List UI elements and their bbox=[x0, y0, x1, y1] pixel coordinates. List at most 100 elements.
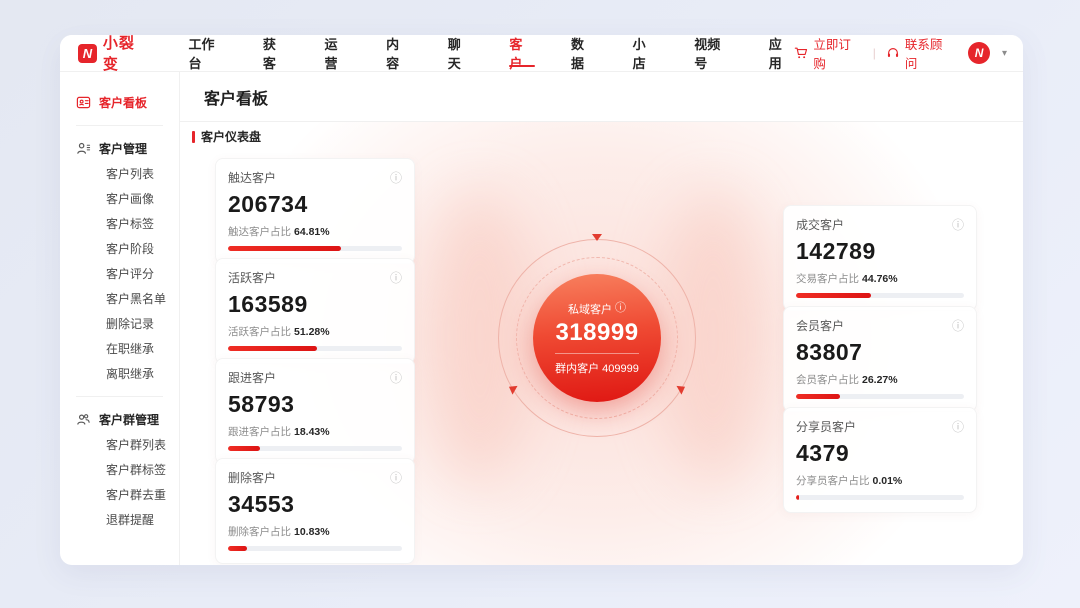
stat-card-value: 58793 bbox=[228, 391, 295, 417]
order-now-link[interactable]: 立即订购 bbox=[794, 35, 862, 72]
sidebar-item-label: 客户标签 bbox=[106, 217, 155, 231]
page-header: 客户看板 bbox=[180, 72, 1023, 122]
info-icon[interactable]: ⓘ bbox=[390, 172, 402, 184]
stat-card-title: 触达客户 bbox=[228, 171, 277, 185]
info-icon[interactable]: ⓘ bbox=[952, 421, 964, 433]
nav-item-acquisition[interactable]: 获客 bbox=[263, 35, 289, 71]
sidebar-divider bbox=[76, 125, 163, 126]
stat-card-value: 83807 bbox=[796, 339, 863, 365]
stat-card-deal: 成交客户 ⓘ 142789 交易客户占比 44.76% bbox=[783, 205, 977, 311]
sidebar-item-label: 客户看板 bbox=[99, 96, 148, 110]
sidebar-item-label: 在职继承 bbox=[106, 342, 155, 356]
nav-item-content[interactable]: 内容 bbox=[386, 35, 412, 71]
sidebar-item-customer-list[interactable]: 客户列表 bbox=[76, 161, 179, 186]
stat-card-active: 活跃客户 ⓘ 163589 活跃客户占比 51.28% bbox=[215, 258, 415, 364]
user-avatar[interactable]: N bbox=[968, 42, 990, 64]
nav-item-video[interactable]: 视频号 bbox=[694, 35, 732, 71]
nav-item-workbench[interactable]: 工作台 bbox=[189, 35, 227, 71]
sidebar-item-customer-stage[interactable]: 客户阶段 bbox=[76, 236, 179, 261]
progress-bar bbox=[228, 346, 402, 351]
gauge-core: 私域客户 ⓘ 318999 群内客户 409999 bbox=[533, 274, 661, 402]
info-icon[interactable]: ⓘ bbox=[390, 372, 402, 384]
group-management-icon bbox=[76, 412, 91, 427]
info-icon[interactable]: ⓘ bbox=[615, 303, 626, 314]
stat-card-value: 163589 bbox=[228, 291, 308, 317]
info-icon[interactable]: ⓘ bbox=[952, 320, 964, 332]
logo-text: 小裂变 bbox=[102, 35, 135, 73]
sidebar-item-group-dedupe[interactable]: 客户群去重 bbox=[76, 482, 179, 507]
stat-card-ratio: 跟进客户占比 18.43% bbox=[228, 426, 330, 438]
app-window: N 小裂变 工作台 获客 运营 内容 聊天 客户 数据 小店 视频号 应用 立即… bbox=[60, 35, 1023, 565]
contact-advisor-label: 联系顾问 bbox=[904, 38, 943, 71]
sidebar-item-customer-score[interactable]: 客户评分 bbox=[76, 261, 179, 286]
section-title: 客户仪表盘 bbox=[201, 130, 262, 144]
nav-item-operation[interactable]: 运营 bbox=[325, 35, 351, 71]
sidebar-item-customer-dashboard[interactable]: 客户看板 bbox=[76, 90, 179, 115]
sidebar-item-delete-records[interactable]: 删除记录 bbox=[76, 311, 179, 336]
sidebar-item-label: 离职继承 bbox=[106, 367, 155, 381]
stat-card-value: 206734 bbox=[228, 191, 308, 217]
stat-card-value: 142789 bbox=[796, 238, 876, 264]
sidebar-item-group-tags[interactable]: 客户群标签 bbox=[76, 457, 179, 482]
nav-item-data[interactable]: 数据 bbox=[571, 35, 597, 71]
app-logo[interactable]: N 小裂变 bbox=[78, 35, 151, 74]
stat-card-ratio: 活跃客户占比 51.28% bbox=[228, 326, 330, 338]
stat-card-reached: 触达客户 ⓘ 206734 触达客户占比 64.81% bbox=[215, 158, 415, 264]
info-icon[interactable]: ⓘ bbox=[952, 219, 964, 231]
sidebar-item-customer-blacklist[interactable]: 客户黑名单 bbox=[76, 286, 179, 311]
nav-actions: 立即订购 | 联系顾问 N ▾ bbox=[794, 35, 1007, 72]
sidebar-item-customer-portrait[interactable]: 客户画像 bbox=[76, 186, 179, 211]
stat-card-ratio: 分享员客户占比 0.01% bbox=[796, 475, 903, 487]
sidebar-section-title: 客户群管理 bbox=[99, 413, 160, 427]
page-title: 客户看板 bbox=[204, 90, 269, 108]
stat-card-title: 删除客户 bbox=[228, 471, 277, 485]
nav-item-customer[interactable]: 客户 bbox=[509, 35, 535, 71]
customer-dashboard-panel: 客户仪表盘 触达客户 ⓘ 206734 触达客户占比 64.81% 活跃客户 ⓘ 16… bbox=[180, 122, 1023, 565]
gauge-core-subvalue: 群内客户 409999 bbox=[555, 362, 639, 375]
sidebar-item-label: 客户群标签 bbox=[106, 463, 167, 477]
contact-advisor-link[interactable]: 联系顾问 bbox=[886, 35, 954, 72]
stat-card-member: 会员客户 ⓘ 83807 会员客户占比 26.27% bbox=[783, 306, 977, 412]
nav-item-apps[interactable]: 应用 bbox=[769, 35, 795, 71]
gauge-core-divider bbox=[555, 352, 639, 354]
gauge-core-value: 318999 bbox=[555, 318, 639, 346]
top-nav: N 小裂变 工作台 获客 运营 内容 聊天 客户 数据 小店 视频号 应用 立即… bbox=[60, 35, 1023, 74]
progress-bar bbox=[796, 293, 964, 298]
logo-icon: N bbox=[78, 43, 97, 63]
stat-card-ratio: 删除客户占比 10.83% bbox=[228, 526, 330, 538]
sidebar-section-title: 客户管理 bbox=[99, 142, 148, 156]
sidebar-item-group-list[interactable]: 客户群列表 bbox=[76, 432, 179, 457]
sidebar-item-label: 客户黑名单 bbox=[106, 292, 167, 306]
stat-card-followup: 跟进客户 ⓘ 58793 跟进客户占比 18.43% bbox=[215, 358, 415, 464]
chevron-down-icon[interactable]: ▾ bbox=[1002, 48, 1007, 59]
stat-card-title: 会员客户 bbox=[796, 319, 845, 333]
sidebar-divider bbox=[76, 396, 163, 397]
stat-card-value: 4379 bbox=[796, 440, 850, 466]
stat-card-sharer: 分享员客户 ⓘ 4379 分享员客户占比 0.01% bbox=[783, 407, 977, 513]
sidebar-item-label: 客户群列表 bbox=[106, 438, 167, 452]
sidebar-section-group-management[interactable]: 客户群管理 bbox=[76, 407, 179, 432]
progress-bar bbox=[796, 394, 964, 399]
sidebar-item-onjob-inherit[interactable]: 在职继承 bbox=[76, 336, 179, 361]
progress-bar bbox=[796, 495, 964, 500]
stat-card-title: 分享员客户 bbox=[796, 420, 857, 434]
info-icon[interactable]: ⓘ bbox=[390, 472, 402, 484]
gauge-core-label: 私域客户 ⓘ bbox=[568, 302, 626, 316]
sidebar-item-label: 客户列表 bbox=[106, 167, 155, 181]
nav-separator: | bbox=[872, 46, 876, 60]
sidebar-item-group-leave-alert[interactable]: 退群提醒 bbox=[76, 507, 179, 532]
order-now-label: 立即订购 bbox=[813, 38, 851, 71]
sidebar-item-customer-tags[interactable]: 客户标签 bbox=[76, 211, 179, 236]
cart-icon bbox=[794, 46, 808, 60]
sidebar-item-offjob-inherit[interactable]: 离职继承 bbox=[76, 361, 179, 386]
progress-bar bbox=[228, 246, 402, 251]
sidebar-item-label: 客户群去重 bbox=[106, 488, 167, 502]
stat-card-ratio: 交易客户占比 44.76% bbox=[796, 273, 898, 285]
sidebar-item-label: 客户画像 bbox=[106, 192, 155, 206]
sidebar-section-customer-management[interactable]: 客户管理 bbox=[76, 136, 179, 161]
nav-item-chat[interactable]: 聊天 bbox=[448, 35, 474, 71]
nav-menu: 工作台 获客 运营 内容 聊天 客户 数据 小店 视频号 应用 bbox=[189, 35, 795, 71]
section-header: 客户仪表盘 bbox=[192, 128, 261, 145]
nav-item-shop[interactable]: 小店 bbox=[633, 35, 659, 71]
info-icon[interactable]: ⓘ bbox=[390, 272, 402, 284]
